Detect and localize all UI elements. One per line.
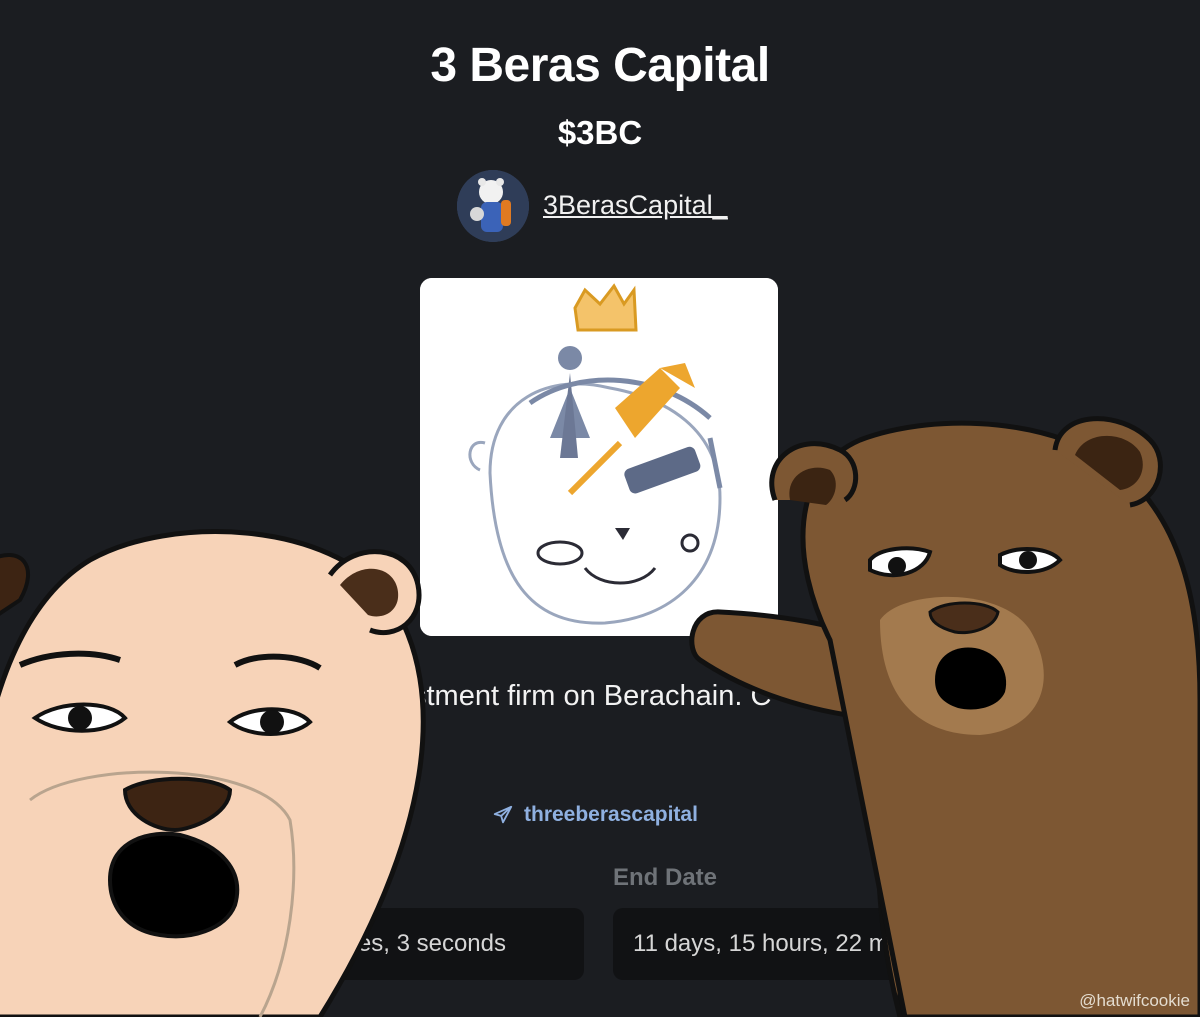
end-timer-value: 11 days, 15 hours, 22 minut — [633, 930, 928, 957]
creator-handle-link[interactable]: 3BerasCapital_ — [543, 190, 728, 221]
end-date-label: End Date — [613, 864, 718, 891]
token-description: stment firm on Berachain. C — [412, 680, 772, 712]
token-image — [420, 278, 778, 636]
start-timer-value: nutes, 3 seconds — [324, 930, 506, 957]
creator-avatar[interactable] — [457, 170, 529, 242]
end-timer-box: 11 days, 15 hours, 22 minut — [613, 908, 953, 980]
telegram-icon — [493, 805, 513, 824]
start-timer-box: nutes, 3 seconds — [300, 908, 584, 980]
telegram-label: threeberascapital — [524, 803, 698, 826]
bear-sketch-image — [420, 278, 778, 636]
telegram-link[interactable]: threeberascapital — [492, 803, 698, 827]
token-ticker: $3BC — [557, 114, 643, 151]
token-name: 3 Beras Capital — [430, 39, 770, 92]
bear-avatar-icon — [457, 170, 529, 242]
watermark: @hatwifcookie — [1079, 991, 1190, 1010]
